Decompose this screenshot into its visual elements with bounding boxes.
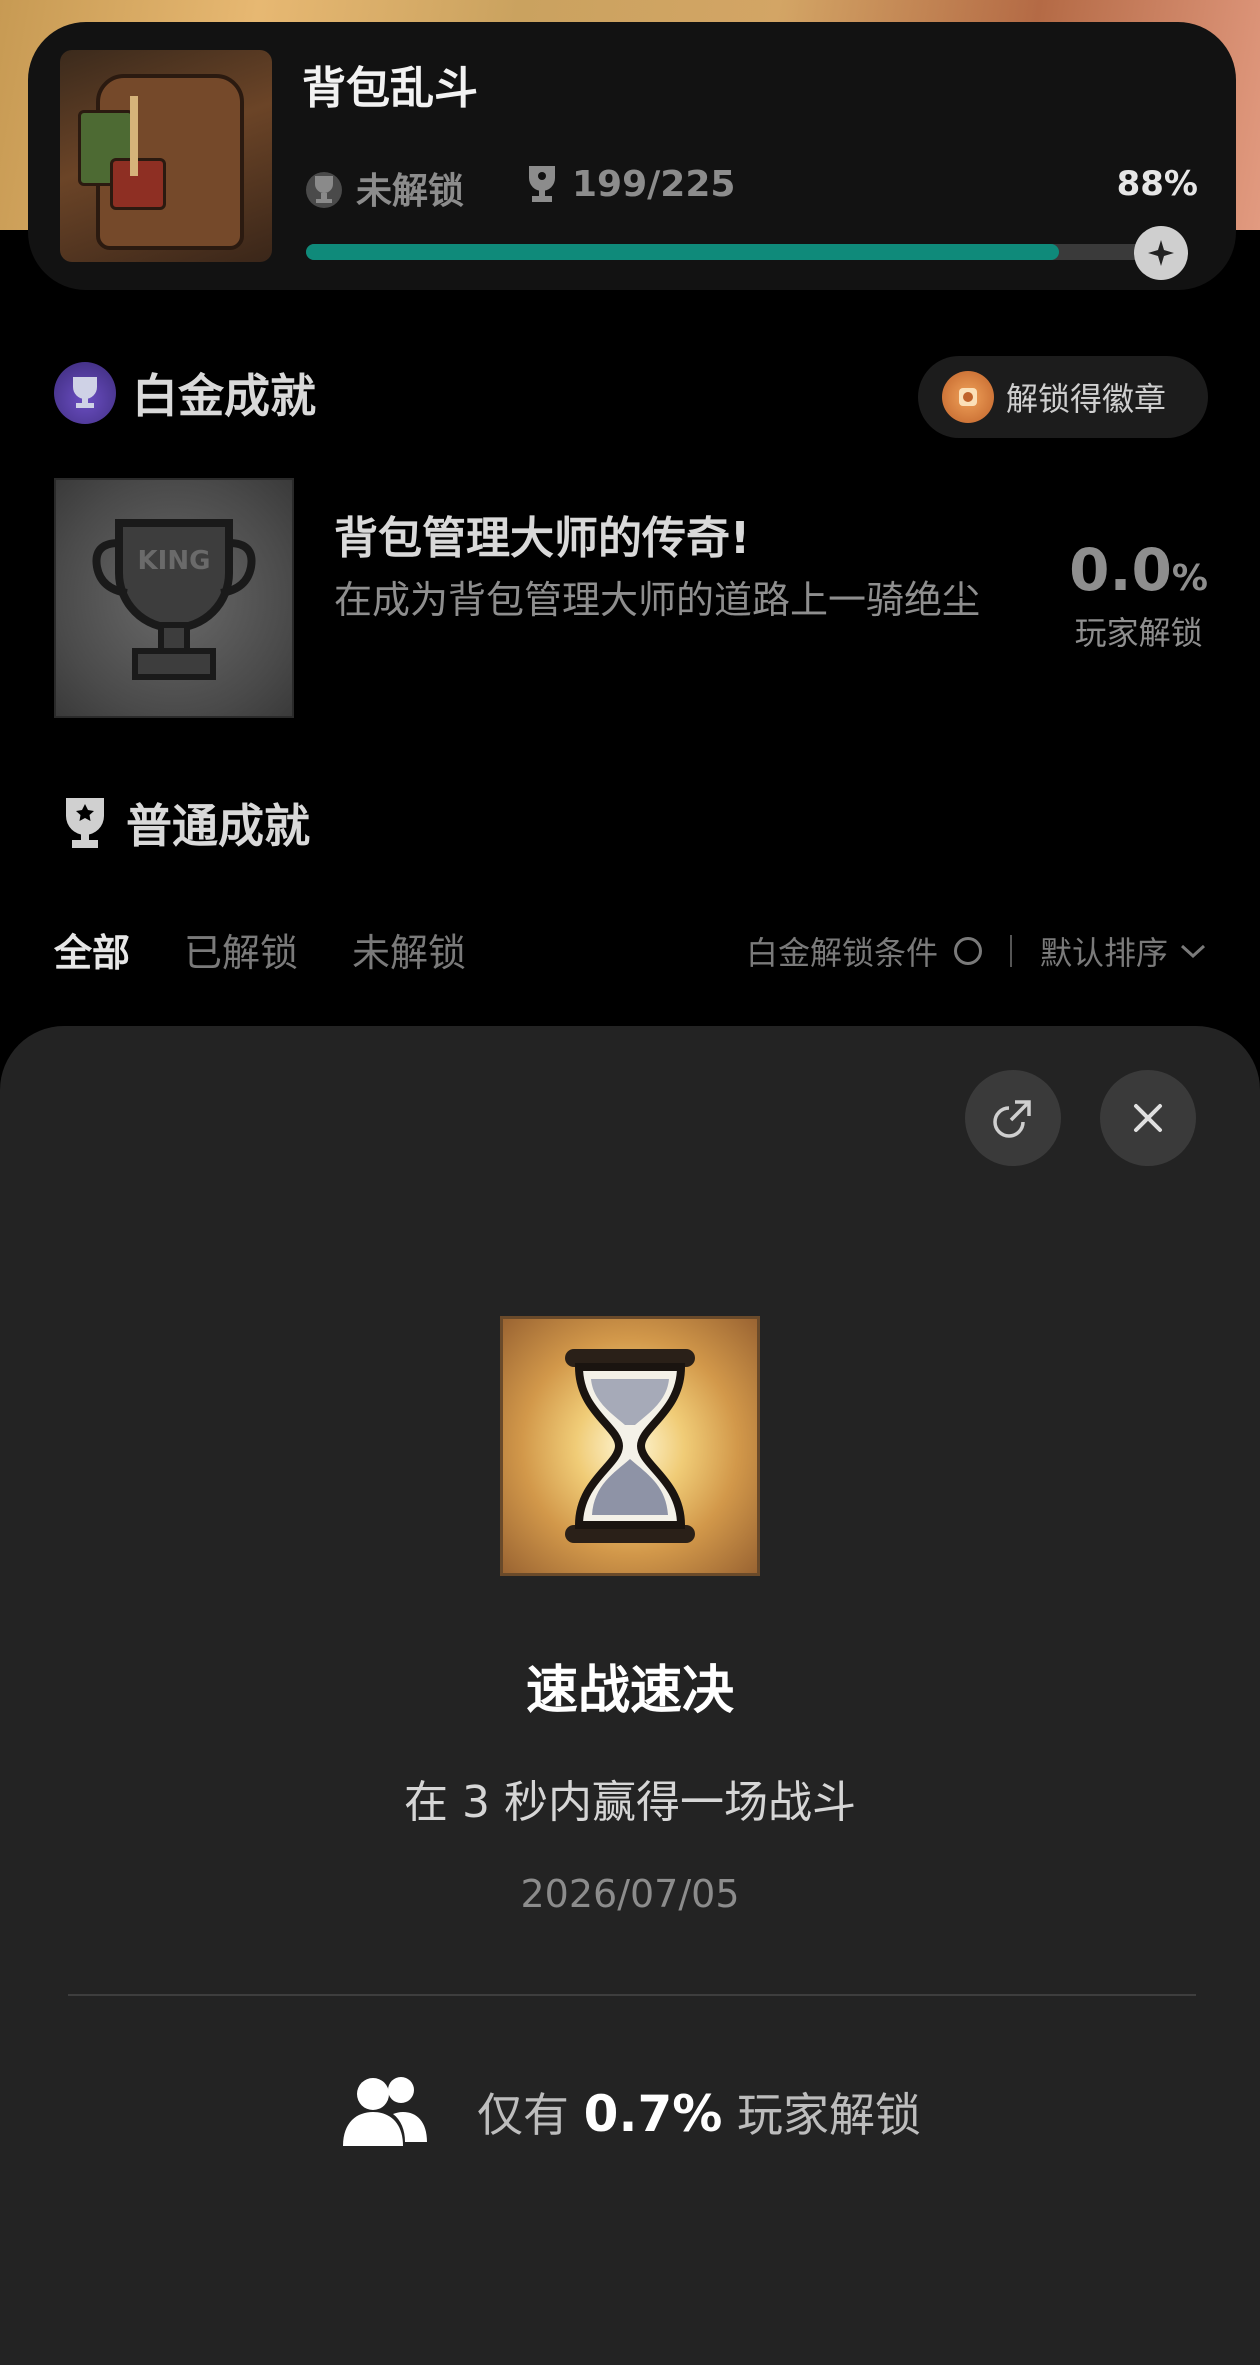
- progress-bar-fill: [306, 244, 1060, 260]
- achievement-date: 2026/07/05: [520, 1872, 740, 1916]
- normal-section-title: 普通成就: [60, 790, 310, 856]
- tab-locked[interactable]: 未解锁: [352, 922, 466, 977]
- progress-percent: 88%: [1116, 164, 1198, 204]
- trophy-engraving: KING: [138, 546, 211, 576]
- achievement-title: 速战速决: [525, 1661, 734, 1721]
- platinum-trophy-icon: [54, 362, 116, 424]
- platinum-achievement-image: KING: [54, 478, 294, 718]
- progress-bar: [306, 244, 1162, 260]
- achievement-description: 在 3 秒内赢得一场战斗: [404, 1777, 856, 1828]
- close-button[interactable]: [1100, 1070, 1196, 1166]
- rarity-value: 0.7%: [583, 2085, 723, 2143]
- unlock-badge-label: 解锁得徽章: [1006, 380, 1167, 418]
- share-icon: [993, 1100, 1031, 1138]
- share-button[interactable]: [965, 1070, 1061, 1166]
- achievement-hourglass-image: [500, 1316, 760, 1576]
- game-title: 背包乱斗: [302, 63, 478, 114]
- unlock-status-label: 未解锁: [356, 171, 465, 212]
- game-cover-image: [60, 50, 272, 262]
- platinum-condition-toggle[interactable]: [953, 937, 982, 965]
- game-header-card[interactable]: 背包乱斗 未解锁 199/225 88%: [28, 22, 1236, 290]
- sheet-divider: [68, 1994, 1196, 1996]
- rate-label: 玩家解锁: [1074, 614, 1203, 652]
- normal-section-label: 普通成就: [126, 799, 310, 853]
- rarity-suffix: 玩家解锁: [736, 2088, 921, 2142]
- filter-bar: 白金解锁条件 默认排序: [746, 928, 1208, 974]
- tab-all[interactable]: 全部: [54, 922, 130, 977]
- rarity-text: 仅有 0.7% 玩家解锁: [477, 2079, 921, 2145]
- rate-number: 0.0: [1069, 536, 1172, 604]
- trophy-count: 199/225: [524, 162, 735, 206]
- sort-dropdown[interactable]: 默认排序: [1040, 928, 1208, 974]
- trophy-icon: [529, 166, 555, 202]
- sort-label: 默认排序: [1039, 934, 1168, 972]
- platinum-achievement-desc: 在成为背包管理大师的道路上一骑绝尘: [334, 578, 981, 622]
- badge-icon: [942, 371, 994, 423]
- close-icon: [1134, 1104, 1162, 1132]
- platinum-condition-label: 白金解锁条件: [745, 934, 938, 972]
- trophy-icon: [66, 798, 104, 848]
- rate-unit: %: [1171, 558, 1208, 599]
- platinum-goal-icon: [1134, 226, 1188, 280]
- platinum-status: 未解锁: [302, 162, 464, 214]
- platinum-achievement-name: 背包管理大师的传奇!: [334, 513, 751, 564]
- platinum-section-label: 白金成就: [132, 369, 316, 423]
- unlock-badge-button[interactable]: 解锁得徽章: [918, 356, 1208, 438]
- trophy-count-value: 199/225: [572, 163, 736, 205]
- achievement-tabs: 全部 已解锁 未解锁: [54, 922, 466, 977]
- achievement-detail-sheet: 速战速决 在 3 秒内赢得一场战斗 2026/07/05 仅有 0.7% 玩家解…: [0, 1026, 1260, 2365]
- users-icon: [343, 2077, 428, 2146]
- platinum-trophy-icon: [306, 172, 342, 208]
- rarity-row: 仅有 0.7% 玩家解锁: [0, 2074, 1260, 2150]
- rarity-prefix: 仅有: [477, 2088, 570, 2142]
- platinum-unlock-rate: 0.0% 玩家解锁: [1069, 536, 1208, 654]
- filter-divider: [1009, 935, 1012, 967]
- platinum-section-title: 白金成就: [54, 360, 316, 426]
- tab-unlocked[interactable]: 已解锁: [184, 922, 298, 977]
- chevron-down-icon: [1180, 944, 1206, 959]
